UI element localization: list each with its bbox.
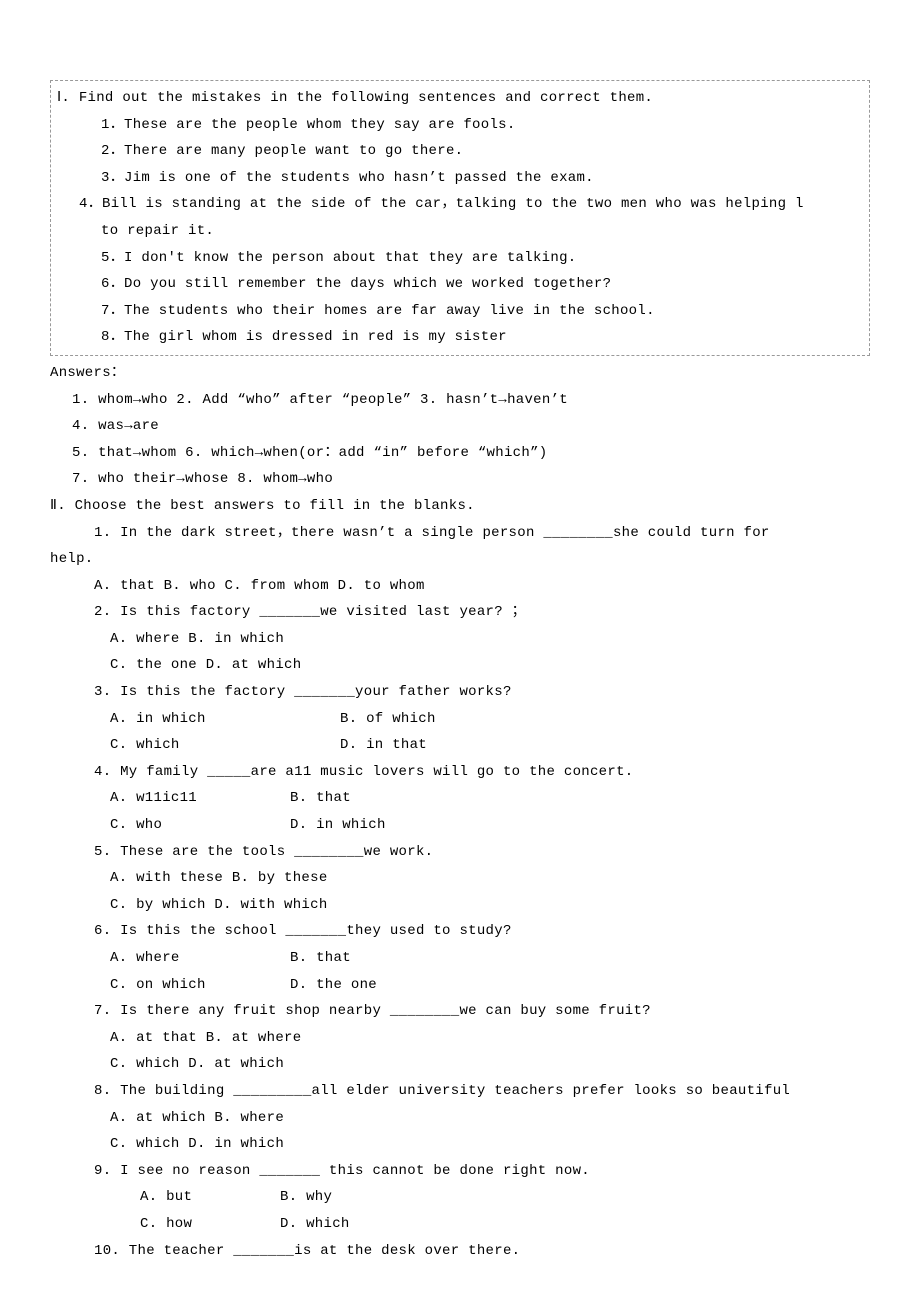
s1-item-4b: to repair it. — [57, 218, 863, 245]
q5-stem: 5. These are the tools ________we work. — [50, 839, 870, 866]
q9-o2b: D. which — [280, 1211, 350, 1238]
q8-opts-1: A. at which B. where — [50, 1105, 870, 1132]
s1-item-8: 8．The girl whom is dressed in red is my … — [57, 324, 863, 351]
s1-item-4a: 4．Bill is standing at the side of the ca… — [57, 191, 863, 218]
q7-opts-2: C. which D. at which — [50, 1051, 870, 1078]
q3-o2b: D. in that — [340, 732, 427, 759]
q8-opts-2: C. which D. in which — [50, 1131, 870, 1158]
answers-heading: Answers： — [50, 360, 870, 387]
q4-o1a: A. w11ic11 — [110, 785, 290, 812]
q4-o1b: B. that — [290, 785, 351, 812]
q9-o2a: C. how — [140, 1211, 280, 1238]
q3-o1a: A. in which — [110, 706, 340, 733]
answers-line-4: 7. who their→whose 8. whom→who — [50, 466, 870, 493]
s1-item-3: 3．Jim is one of the students who hasn’t … — [57, 165, 863, 192]
q5-opts-2: C. by which D. with which — [50, 892, 870, 919]
q2-opts-1: A. where B. in which — [50, 626, 870, 653]
q6-opts-1: A. where B. that — [50, 945, 870, 972]
q2-opts-2: C. the one D. at which — [50, 652, 870, 679]
q1-opts: A. that B. who C. from whom D. to whom — [50, 573, 870, 600]
q9-o1b: B. why — [280, 1184, 332, 1211]
q9-stem: 9. I see no reason _______ this cannot b… — [50, 1158, 870, 1185]
s1-item-5: 5．I don't know the person about that the… — [57, 245, 863, 272]
q6-o2a: C. on which — [110, 972, 290, 999]
answers-line-2: 4. was→are — [50, 413, 870, 440]
q1-stem-a: 1. In the dark street，there wasn’t a sin… — [50, 520, 870, 547]
q3-opts-1: A. in which B. of which — [50, 706, 870, 733]
q8-stem: 8. The building _________all elder unive… — [50, 1078, 870, 1105]
q6-o1a: A. where — [110, 945, 290, 972]
q5-opts-1: A. with these B. by these — [50, 865, 870, 892]
q6-stem: 6. Is this the school _______they used t… — [50, 918, 870, 945]
q6-o2b: D. the one — [290, 972, 377, 999]
section1-heading: Ⅰ. Find out the mistakes in the followin… — [57, 85, 863, 112]
q6-opts-2: C. on which D. the one — [50, 972, 870, 999]
q3-opts-2: C. which D. in that — [50, 732, 870, 759]
q3-o1b: B. of which — [340, 706, 436, 733]
q3-stem: 3. Is this the factory _______your fathe… — [50, 679, 870, 706]
q7-stem: 7. Is there any fruit shop nearby ______… — [50, 998, 870, 1025]
s1-item-2: 2．There are many people want to go there… — [57, 138, 863, 165]
section2-heading: Ⅱ. Choose the best answers to fill in th… — [50, 493, 870, 520]
q2-stem: 2. Is this factory _______we visited las… — [50, 599, 870, 626]
section1-box: Ⅰ. Find out the mistakes in the followin… — [50, 80, 870, 356]
q9-opts-2: C. how D. which — [50, 1211, 870, 1238]
q4-o2b: D. in which — [290, 812, 386, 839]
s1-item-1: 1．These are the people whom they say are… — [57, 112, 863, 139]
q10-stem: 10. The teacher _______is at the desk ov… — [50, 1238, 870, 1265]
q1-stem-b: help. — [50, 546, 870, 573]
q4-opts-1: A. w11ic11 B. that — [50, 785, 870, 812]
q3-o2a: C. which — [110, 732, 340, 759]
answers-line-1: 1. whom→who 2. Add “who” after “people” … — [50, 387, 870, 414]
s1-item-7: 7．The students who their homes are far a… — [57, 298, 863, 325]
q7-opts-1: A. at that B. at where — [50, 1025, 870, 1052]
q4-stem: 4. My family _____are a11 music lovers w… — [50, 759, 870, 786]
q9-o1a: A. but — [140, 1184, 280, 1211]
q4-o2a: C. who — [110, 812, 290, 839]
q4-opts-2: C. who D. in which — [50, 812, 870, 839]
answers-line-3: 5. that→whom 6. which→when(or：add “in” b… — [50, 440, 870, 467]
q9-opts-1: A. but B. why — [50, 1184, 870, 1211]
s1-item-6: 6．Do you still remember the days which w… — [57, 271, 863, 298]
q6-o1b: B. that — [290, 945, 351, 972]
